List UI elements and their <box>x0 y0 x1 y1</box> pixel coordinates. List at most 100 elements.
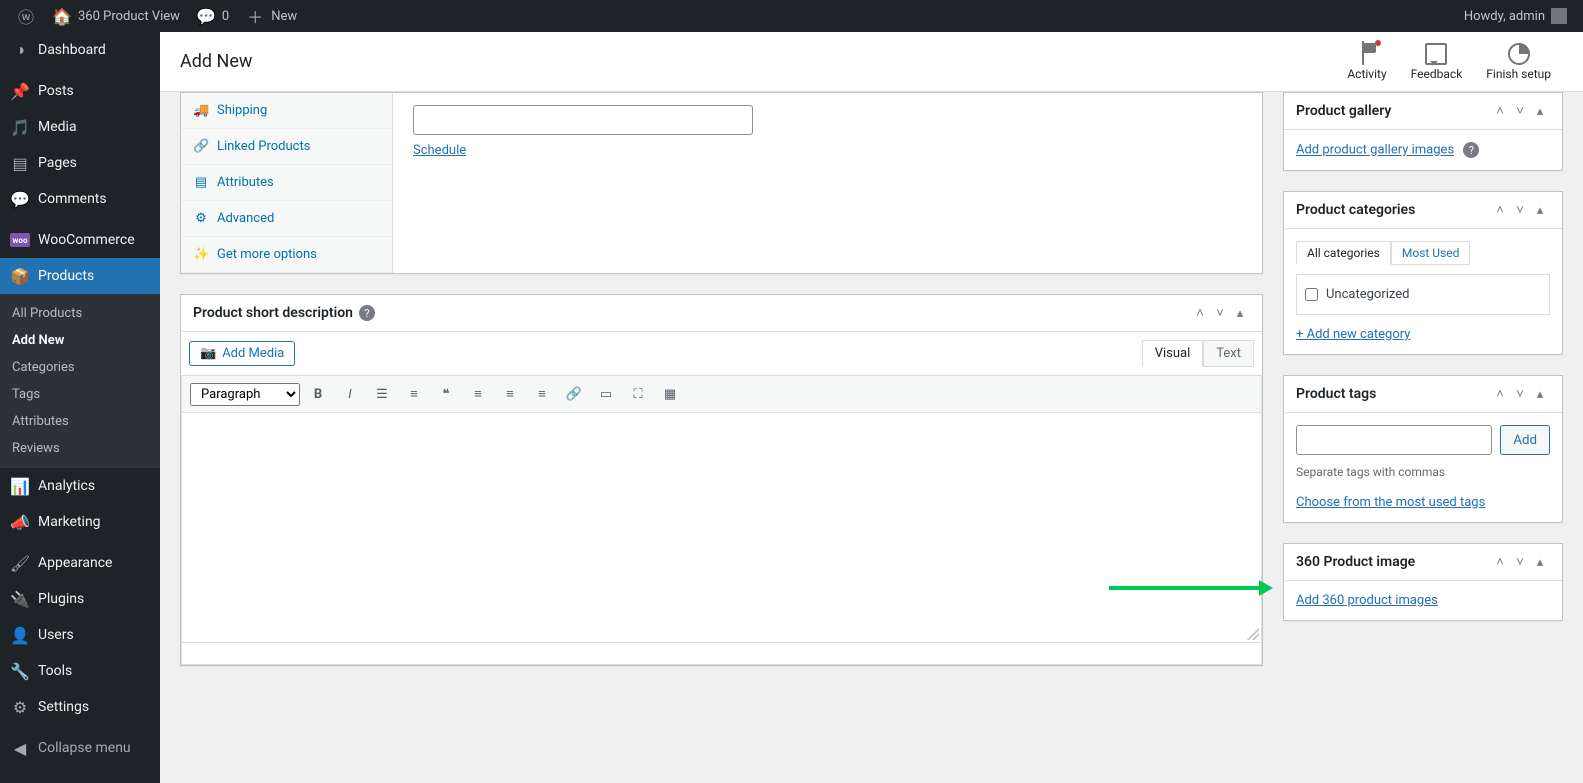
menu-comments[interactable]: 💬Comments <box>0 181 160 217</box>
submenu-tags[interactable]: Tags <box>0 381 160 408</box>
chevron-up-icon[interactable]: ˄ <box>1190 303 1210 323</box>
link-button[interactable]: 🔗 <box>560 380 588 408</box>
truck-icon: 🚚 <box>193 103 209 118</box>
short-description-box: Product short description ? ˄ ˅ ▴ 📷Add M… <box>180 294 1263 666</box>
new-content-link[interactable]: ＋New <box>237 0 305 32</box>
flag-icon <box>1356 43 1378 65</box>
site-home-link[interactable]: 🏠 360 Product View <box>44 0 188 32</box>
my-account[interactable]: Howdy, admin <box>1456 0 1575 32</box>
fullscreen-button[interactable]: ⛶ <box>624 380 652 408</box>
menu-posts[interactable]: 📌Posts <box>0 73 160 109</box>
chevron-down-icon[interactable]: ˅ <box>1210 303 1230 323</box>
page-header: Add New Activity Feedback Finish setup <box>160 32 1583 92</box>
submenu-reviews[interactable]: Reviews <box>0 435 160 462</box>
menu-products[interactable]: 📦Products <box>0 258 160 294</box>
menu-tools[interactable]: 🔧Tools <box>0 653 160 689</box>
finish-setup-button[interactable]: Finish setup <box>1474 43 1563 81</box>
chevron-up-icon[interactable]: ˄ <box>1490 101 1510 121</box>
tab-attributes[interactable]: ▤Attributes <box>181 165 392 201</box>
add-360-images-link[interactable]: Add 360 product images <box>1296 593 1438 608</box>
toggle-icon[interactable]: ▴ <box>1530 101 1550 121</box>
align-center-button[interactable]: ≡ <box>496 380 524 408</box>
short-description-title: Product short description <box>193 305 353 321</box>
toolbar-toggle-button[interactable]: ▦ <box>656 380 684 408</box>
feedback-button[interactable]: Feedback <box>1399 43 1475 81</box>
text-tab[interactable]: Text <box>1203 340 1254 367</box>
appearance-icon: 🖌 <box>10 553 30 573</box>
menu-dashboard[interactable]: ◑Dashboard <box>0 32 160 68</box>
more-button[interactable]: ▭ <box>592 380 620 408</box>
media-icon: 🎵 <box>10 117 30 137</box>
most-used-tab[interactable]: Most Used <box>1391 241 1471 265</box>
add-new-category-link[interactable]: + Add new category <box>1296 327 1410 342</box>
menu-plugins[interactable]: 🔌Plugins <box>0 581 160 617</box>
editor-body[interactable] <box>181 413 1262 643</box>
add-media-button[interactable]: 📷Add Media <box>189 341 295 366</box>
help-icon[interactable]: ? <box>1463 142 1479 158</box>
chevron-down-icon[interactable]: ˅ <box>1510 552 1530 572</box>
submenu-all-products[interactable]: All Products <box>0 300 160 327</box>
categories-title: Product categories <box>1296 202 1415 218</box>
chevron-up-icon[interactable]: ˄ <box>1490 384 1510 404</box>
link-icon: 🔗 <box>193 139 209 154</box>
italic-button[interactable]: I <box>336 380 364 408</box>
plus-icon: ＋ <box>245 6 265 26</box>
dashboard-icon: ◑ <box>10 40 30 60</box>
menu-marketing[interactable]: 📣Marketing <box>0 504 160 540</box>
chevron-down-icon[interactable]: ˅ <box>1510 200 1530 220</box>
submenu-attributes[interactable]: Attributes <box>0 408 160 435</box>
menu-users[interactable]: 👤Users <box>0 617 160 653</box>
chevron-down-icon[interactable]: ˅ <box>1510 384 1530 404</box>
comments-link[interactable]: 💬0 <box>188 0 237 32</box>
admin-sidebar: ◑Dashboard 📌Posts 🎵Media ▤Pages 💬Comment… <box>0 32 160 783</box>
menu-pages[interactable]: ▤Pages <box>0 145 160 181</box>
number-list-button[interactable]: ≡ <box>400 380 428 408</box>
chevron-up-icon[interactable]: ˄ <box>1490 200 1510 220</box>
choose-tags-link[interactable]: Choose from the most used tags <box>1296 495 1485 510</box>
align-left-button[interactable]: ≡ <box>464 380 492 408</box>
wp-logo[interactable]: ⓦ <box>8 0 44 32</box>
toggle-icon[interactable]: ▴ <box>1530 384 1550 404</box>
message-icon <box>1425 43 1447 65</box>
quote-button[interactable]: ❝ <box>432 380 460 408</box>
chevron-up-icon[interactable]: ˄ <box>1490 552 1510 572</box>
site-title: 360 Product View <box>78 9 180 24</box>
submenu-add-new[interactable]: Add New <box>0 327 160 354</box>
schedule-link[interactable]: Schedule <box>413 143 466 158</box>
bullet-list-button[interactable]: ☰ <box>368 380 396 408</box>
tab-get-more-options[interactable]: ✨Get more options <box>181 237 392 273</box>
home-icon: 🏠 <box>52 6 72 26</box>
uncategorized-checkbox[interactable] <box>1305 288 1318 301</box>
sparkle-icon: ✨ <box>193 247 209 262</box>
tab-advanced[interactable]: ⚙Advanced <box>181 201 392 237</box>
align-right-button[interactable]: ≡ <box>528 380 556 408</box>
tab-linked-products[interactable]: 🔗Linked Products <box>181 129 392 165</box>
toggle-icon[interactable]: ▴ <box>1530 552 1550 572</box>
menu-settings[interactable]: ⚙Settings <box>0 689 160 725</box>
toggle-icon[interactable]: ▴ <box>1530 200 1550 220</box>
tags-input[interactable] <box>1296 425 1492 455</box>
menu-woocommerce[interactable]: wooWooCommerce <box>0 222 160 258</box>
activity-button[interactable]: Activity <box>1335 43 1398 81</box>
bold-button[interactable]: B <box>304 380 332 408</box>
tab-shipping[interactable]: 🚚Shipping <box>181 93 392 129</box>
menu-appearance[interactable]: 🖌Appearance <box>0 545 160 581</box>
camera-icon: 📷 <box>200 346 216 361</box>
category-uncategorized[interactable]: Uncategorized <box>1305 283 1541 306</box>
menu-media[interactable]: 🎵Media <box>0 109 160 145</box>
chevron-down-icon[interactable]: ˅ <box>1510 101 1530 121</box>
help-icon[interactable]: ? <box>359 305 375 321</box>
annotation-arrow <box>1109 586 1269 590</box>
editor-statusbar <box>181 643 1262 665</box>
visual-tab[interactable]: Visual <box>1142 340 1204 367</box>
price-field[interactable] <box>413 105 753 135</box>
add-tag-button[interactable]: Add <box>1500 425 1550 455</box>
collapse-menu[interactable]: ◀Collapse menu <box>0 730 160 766</box>
plugin-icon: 🔌 <box>10 589 30 609</box>
submenu-categories[interactable]: Categories <box>0 354 160 381</box>
all-categories-tab[interactable]: All categories <box>1296 241 1391 265</box>
toggle-icon[interactable]: ▴ <box>1230 303 1250 323</box>
format-select[interactable]: Paragraph <box>190 383 300 406</box>
menu-analytics[interactable]: 📊Analytics <box>0 468 160 504</box>
add-gallery-images-link[interactable]: Add product gallery images <box>1296 143 1454 158</box>
